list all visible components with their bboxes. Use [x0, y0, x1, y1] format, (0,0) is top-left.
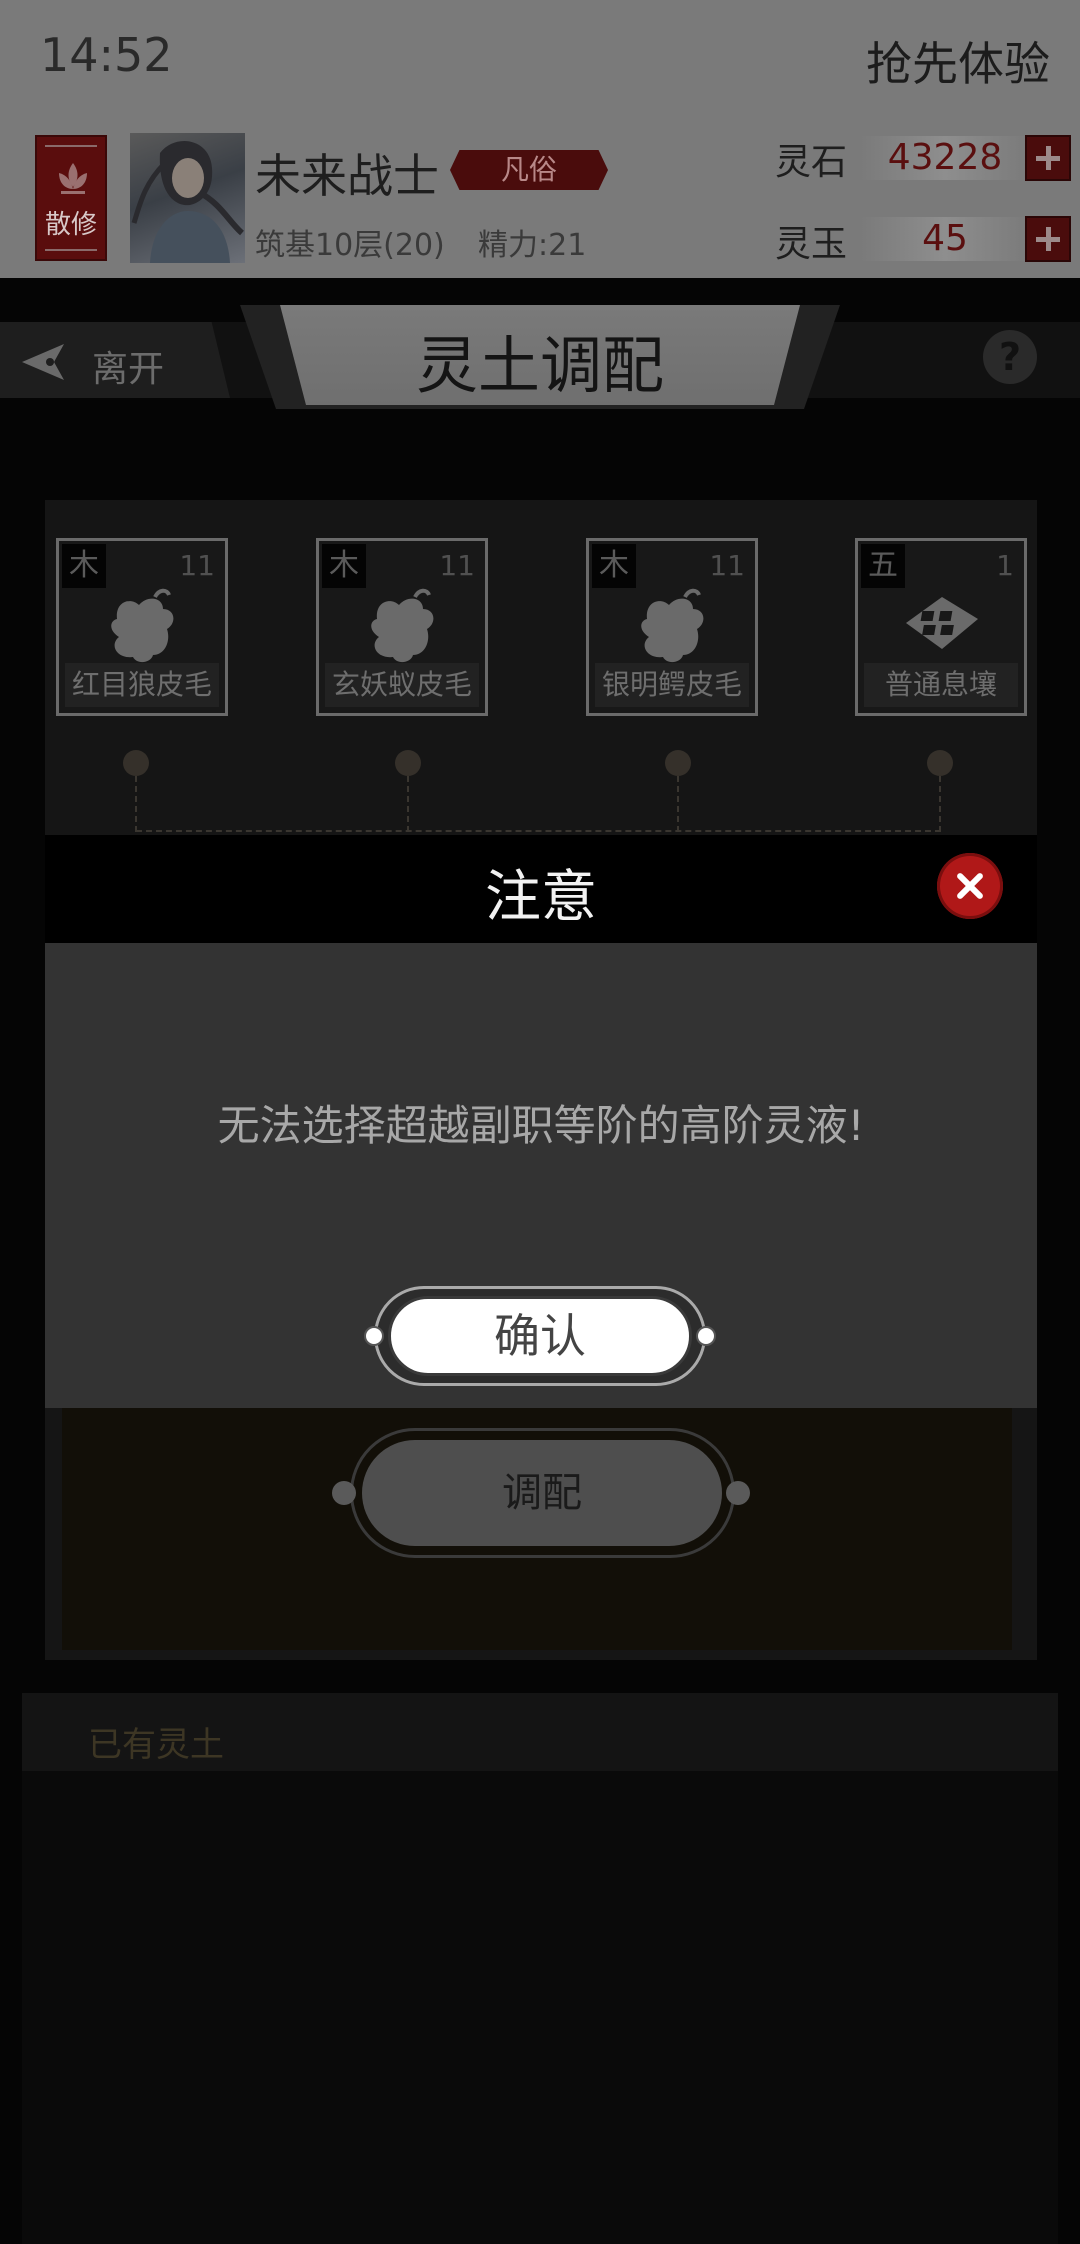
sect-badge: 散修	[35, 135, 107, 261]
close-icon[interactable]	[937, 853, 1003, 919]
connector-pin	[927, 750, 953, 776]
back-arrow-icon	[22, 344, 64, 380]
material-name: 玄妖蚁皮毛	[325, 663, 479, 707]
owned-soil-label: 已有灵土	[88, 1725, 224, 1765]
page-title: 灵土调配	[415, 329, 664, 402]
material-name: 普通息壤	[864, 663, 1018, 707]
rank-badge: 凡俗	[450, 150, 608, 190]
connector-line	[939, 776, 941, 832]
confirm-button[interactable]: 确认	[388, 1296, 692, 1376]
button-knob	[696, 1326, 716, 1346]
connector-bar	[136, 830, 941, 832]
connector-line	[677, 776, 679, 832]
connector-line	[407, 776, 409, 832]
modal-title: 注意	[485, 865, 597, 930]
material-count: 11	[709, 549, 745, 582]
spirit-jade-value: 45	[860, 217, 1030, 261]
material-name: 银明鳄皮毛	[595, 663, 749, 707]
mix-button[interactable]: 调配	[362, 1440, 722, 1546]
fur-icon	[641, 588, 704, 663]
modal-message: 无法选择超越副职等阶的高阶灵液!	[217, 1101, 865, 1150]
connector-line	[135, 776, 137, 832]
material-count: 11	[179, 549, 215, 582]
add-spirit-jade-button[interactable]	[1025, 216, 1071, 262]
sect-label: 散修	[44, 210, 97, 240]
material-count: 11	[439, 549, 475, 582]
add-spirit-stone-button[interactable]	[1025, 135, 1071, 181]
character-portrait-icon	[131, 141, 245, 263]
material-slot[interactable]: 木 11 玄妖蚁皮毛	[316, 538, 488, 716]
spirit-jade-label: 灵玉	[775, 224, 848, 265]
connector-pin	[395, 750, 421, 776]
owned-soil-list	[22, 1771, 1058, 2244]
help-button[interactable]: ?	[983, 330, 1037, 384]
cultivation-level: 筑基10层(20)	[255, 228, 445, 263]
early-access-label: 抢先体验	[866, 37, 1050, 91]
button-knob	[364, 1326, 384, 1346]
spirit-stone-value: 43228	[860, 136, 1030, 180]
soil-icon	[906, 597, 978, 649]
connector-pin	[123, 750, 149, 776]
player-name: 未来战士	[255, 149, 439, 203]
connector-pin	[665, 750, 691, 776]
material-count: 1	[996, 549, 1014, 582]
material-slot[interactable]: 五 1 普通息壤	[855, 538, 1027, 716]
material-name: 红目狼皮毛	[65, 663, 219, 707]
material-slot[interactable]: 木 11 银明鳄皮毛	[586, 538, 758, 716]
status-time: 14:52	[40, 28, 173, 82]
spirit-stone-label: 灵石	[775, 142, 848, 183]
fur-icon	[111, 588, 174, 663]
energy-value: 精力:21	[478, 228, 587, 263]
fur-icon	[371, 588, 434, 663]
lotus-icon	[59, 163, 87, 194]
button-knob	[332, 1481, 356, 1505]
back-label[interactable]: 离开	[92, 340, 164, 392]
button-knob	[726, 1481, 750, 1505]
material-slot[interactable]: 木 11 红目狼皮毛	[56, 538, 228, 716]
avatar[interactable]	[130, 133, 245, 263]
